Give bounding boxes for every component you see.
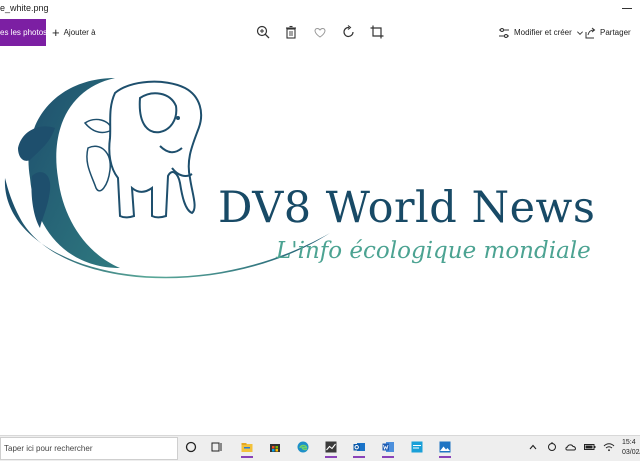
outlook-icon bbox=[353, 443, 365, 451]
edit-and-create-button[interactable]: Modifier et créer bbox=[498, 18, 584, 47]
app-tile-icon bbox=[411, 441, 423, 453]
onedrive-cloud-icon[interactable] bbox=[565, 440, 577, 454]
taskbar-app-photos[interactable] bbox=[436, 438, 454, 458]
store-bag-icon bbox=[270, 444, 280, 452]
edit-create-icon bbox=[499, 27, 509, 38]
photos-icon bbox=[439, 441, 451, 453]
taskbar-app-dark-reader[interactable] bbox=[408, 438, 426, 458]
toolbar: es les photos + Ajouter à Modifier et cr… bbox=[0, 18, 640, 47]
tray-app-icon[interactable] bbox=[546, 440, 558, 454]
taskbar-clock[interactable]: 15:4 03/02/ bbox=[622, 438, 640, 458]
wifi-icon[interactable] bbox=[603, 440, 615, 454]
task-view-button[interactable] bbox=[182, 438, 200, 458]
taskbar-app-word[interactable] bbox=[379, 438, 397, 458]
taskbar-app-stock-chart[interactable] bbox=[322, 438, 340, 458]
plus-icon: + bbox=[52, 24, 60, 40]
zoom-icon[interactable] bbox=[255, 24, 271, 40]
minimize-button[interactable] bbox=[620, 1, 634, 15]
chevron-down-icon bbox=[576, 30, 583, 35]
all-photos-button[interactable]: es les photos bbox=[0, 19, 46, 46]
taskbar-app-file-explorer[interactable] bbox=[238, 438, 256, 458]
logo-tagline: L'info écologique mondiale bbox=[276, 238, 591, 264]
share-label: Partager bbox=[600, 28, 631, 37]
taskbar-app-store[interactable] bbox=[266, 438, 284, 458]
word-icon bbox=[382, 442, 394, 452]
circle-icon bbox=[185, 441, 197, 453]
edge-browser-icon bbox=[297, 441, 309, 453]
delete-icon[interactable] bbox=[283, 24, 299, 40]
running-indicator bbox=[382, 456, 394, 458]
running-indicator bbox=[325, 456, 337, 458]
taskbar-search-box[interactable]: Taper ici pour rechercher bbox=[0, 437, 178, 460]
window-title: e_white.png bbox=[0, 3, 49, 13]
task-view-icon bbox=[211, 442, 222, 452]
clock-date: 03/02/ bbox=[622, 449, 640, 456]
share-button[interactable]: Partager bbox=[584, 18, 631, 47]
running-indicator bbox=[439, 456, 451, 458]
stock-chart-icon bbox=[325, 441, 337, 453]
rotate-icon[interactable] bbox=[341, 24, 357, 40]
add-to-label: Ajouter à bbox=[63, 28, 96, 37]
title-bar: e_white.png bbox=[0, 0, 640, 18]
taskbar-app-outlook[interactable] bbox=[350, 438, 368, 458]
clock-time: 15:4 bbox=[622, 439, 636, 446]
folder-icon bbox=[241, 443, 253, 452]
taskbar: Taper ici pour rechercher 15:4 03/02/ bbox=[0, 435, 640, 461]
show-hidden-icons-chevron-up-icon[interactable] bbox=[527, 440, 539, 454]
battery-icon[interactable] bbox=[584, 440, 596, 454]
running-indicator bbox=[353, 456, 365, 458]
share-icon bbox=[585, 27, 596, 38]
taskbar-app-edge[interactable] bbox=[294, 438, 312, 458]
crop-icon[interactable] bbox=[369, 24, 385, 40]
logo-title: DV8 World News bbox=[218, 183, 596, 233]
multitask-view-button[interactable] bbox=[208, 438, 226, 458]
add-to-button[interactable]: + Ajouter à bbox=[52, 18, 96, 47]
running-indicator bbox=[241, 456, 253, 458]
favorite-heart-icon[interactable] bbox=[312, 24, 328, 40]
edit-and-create-label: Modifier et créer bbox=[514, 28, 572, 37]
